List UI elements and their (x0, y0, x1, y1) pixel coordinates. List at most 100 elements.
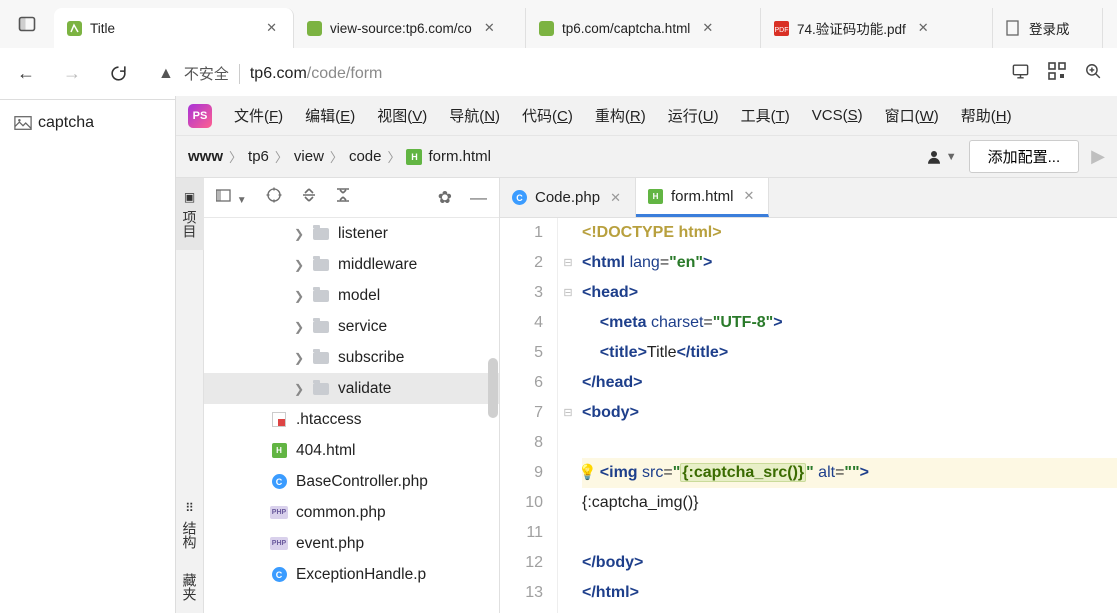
menu-window[interactable]: 窗口(W) (885, 105, 939, 126)
tab-close-icon[interactable]: ✕ (480, 18, 499, 38)
browser-tab-pdf[interactable]: PDF 74.验证码功能.pdf ✕ (761, 8, 993, 48)
tree-folder[interactable]: ❯model (204, 280, 499, 311)
tree-folder[interactable]: ❯listener (204, 218, 499, 249)
run-play-icon[interactable]: ▶ (1091, 146, 1105, 167)
breadcrumb-item[interactable]: view (294, 148, 324, 165)
tree-file[interactable]: CExceptionHandle.p (204, 559, 499, 590)
fold-marker[interactable]: ⊟ (558, 248, 578, 278)
editor-tab-formhtml[interactable]: H form.html ✕ (636, 178, 769, 217)
menu-refactor[interactable]: 重构(R) (595, 105, 646, 126)
tree-item-label: BaseController.php (296, 473, 428, 491)
menu-file[interactable]: 文件(F) (234, 105, 283, 126)
ide-window: PS 文件(F) 编辑(E) 视图(V) 导航(N) 代码(C) 重构(R) 运… (175, 96, 1117, 613)
chevron-right-icon[interactable]: ❯ (244, 382, 304, 396)
tree-folder[interactable]: ❯validate (204, 373, 499, 404)
collapse-icon[interactable] (335, 187, 351, 208)
menu-vcs[interactable]: VCS(S) (812, 107, 863, 124)
zoom-icon[interactable] (1084, 62, 1103, 86)
user-dropdown[interactable]: ▼ (925, 148, 957, 166)
address-bar[interactable]: ▲ 不安全 tp6.com/code/form (148, 56, 997, 92)
tab-close-icon[interactable]: ✕ (698, 18, 717, 38)
minimize-icon[interactable]: — (470, 188, 487, 208)
tree-file[interactable]: H404.html (204, 435, 499, 466)
html-file-icon: H (648, 189, 663, 204)
fold-marker (558, 518, 578, 548)
line-number: 9 (500, 458, 543, 488)
fold-marker (558, 218, 578, 248)
folder-icon (312, 319, 330, 335)
tree-folder[interactable]: ❯subscribe (204, 342, 499, 373)
intention-bulb-icon[interactable] (578, 458, 597, 488)
tab-favicon-icon (66, 20, 82, 36)
fold-marker[interactable]: ⊟ (558, 278, 578, 308)
rail-structure-tab[interactable]: ⠿结构 (176, 489, 204, 561)
tab-close-icon[interactable]: ✕ (741, 186, 756, 206)
tree-scrollbar-thumb[interactable] (488, 358, 498, 418)
broken-image-icon (14, 114, 32, 132)
browser-tab-title[interactable]: Title ✕ (54, 8, 294, 48)
menu-help[interactable]: 帮助(H) (961, 105, 1012, 126)
chevron-right-icon: 〉 (229, 147, 242, 166)
tree-file[interactable]: CBaseController.php (204, 466, 499, 497)
chevron-right-icon[interactable]: ❯ (244, 320, 304, 334)
reload-button[interactable] (102, 58, 134, 90)
tab-label: 74.验证码功能.pdf (797, 18, 906, 38)
tree-item-label: .htaccess (296, 411, 361, 429)
breadcrumb[interactable]: www 〉 tp6 〉 view 〉 code 〉 H form.html (188, 147, 491, 166)
menu-code[interactable]: 代码(C) (522, 105, 573, 126)
tab-close-icon[interactable]: ✕ (914, 18, 933, 38)
add-configuration-button[interactable]: 添加配置... (969, 140, 1080, 173)
expand-icon[interactable] (301, 187, 317, 208)
window-panel-button[interactable] (0, 0, 54, 48)
breadcrumb-item[interactable]: tp6 (248, 148, 269, 165)
fold-column[interactable]: ⊟⊟⊟ (558, 218, 578, 613)
line-number: 4 (500, 308, 543, 338)
browser-tab-login[interactable]: 登录成 (993, 8, 1103, 48)
editor-tab-codephp[interactable]: C Code.php ✕ (500, 178, 636, 217)
menu-view[interactable]: 视图(V) (377, 105, 427, 126)
folder-icon (312, 226, 330, 242)
gear-icon[interactable]: ✿ (438, 188, 452, 208)
php-file-icon: PHP (270, 536, 288, 552)
browser-tab-viewsource[interactable]: view-source:tp6.com/co ✕ (294, 8, 526, 48)
chevron-right-icon[interactable]: ❯ (244, 227, 304, 241)
chevron-right-icon[interactable]: ❯ (244, 289, 304, 303)
editor-content[interactable]: 12345678910111213 ⊟⊟⊟ <!DOCTYPE html> <h… (500, 218, 1117, 613)
code-body[interactable]: <!DOCTYPE html> <html lang="en"> <head> … (578, 218, 1117, 613)
tree-folder[interactable]: ❯service (204, 311, 499, 342)
chevron-right-icon[interactable]: ❯ (244, 258, 304, 272)
project-view-dropdown[interactable]: ▼ (216, 188, 247, 208)
tab-close-icon[interactable]: ✕ (262, 18, 281, 38)
back-button[interactable]: ← (10, 58, 42, 90)
tree-file[interactable]: PHPevent.php (204, 528, 499, 559)
desktop-icon[interactable] (1011, 62, 1030, 86)
fold-marker[interactable]: ⊟ (558, 398, 578, 428)
fold-marker (558, 308, 578, 338)
project-tree[interactable]: ❯listener❯middleware❯model❯service❯subsc… (204, 218, 499, 613)
breadcrumb-item[interactable]: www (188, 148, 223, 165)
browser-tab-captcha[interactable]: tp6.com/captcha.html ✕ (526, 8, 761, 48)
tab-close-icon[interactable]: ✕ (608, 188, 623, 208)
locate-icon[interactable] (265, 186, 283, 209)
breadcrumb-item[interactable]: form.html (428, 148, 491, 165)
folder-icon (312, 350, 330, 366)
forward-button[interactable]: → (56, 58, 88, 90)
fold-marker (558, 578, 578, 608)
tree-file[interactable]: PHP common.php (204, 497, 499, 528)
qr-icon[interactable] (1048, 62, 1066, 86)
breadcrumb-item[interactable]: code (349, 148, 382, 165)
captcha-broken-image[interactable]: captcha (14, 114, 161, 132)
php-file-icon: PHP (270, 505, 288, 521)
rail-favorites-tab[interactable]: 藏夹 (176, 561, 204, 613)
menu-navigate[interactable]: 导航(N) (449, 105, 500, 126)
menu-run[interactable]: 运行(U) (668, 105, 719, 126)
ide-logo-icon[interactable]: PS (188, 104, 212, 128)
menu-tools[interactable]: 工具(T) (741, 105, 790, 126)
tree-file[interactable]: .htaccess (204, 404, 499, 435)
tree-item-label: common.php (296, 504, 386, 522)
line-number: 12 (500, 548, 543, 578)
chevron-right-icon[interactable]: ❯ (244, 351, 304, 365)
rail-project-tab[interactable]: ▣项目 (176, 178, 204, 250)
menu-edit[interactable]: 编辑(E) (305, 105, 355, 126)
tree-folder[interactable]: ❯middleware (204, 249, 499, 280)
